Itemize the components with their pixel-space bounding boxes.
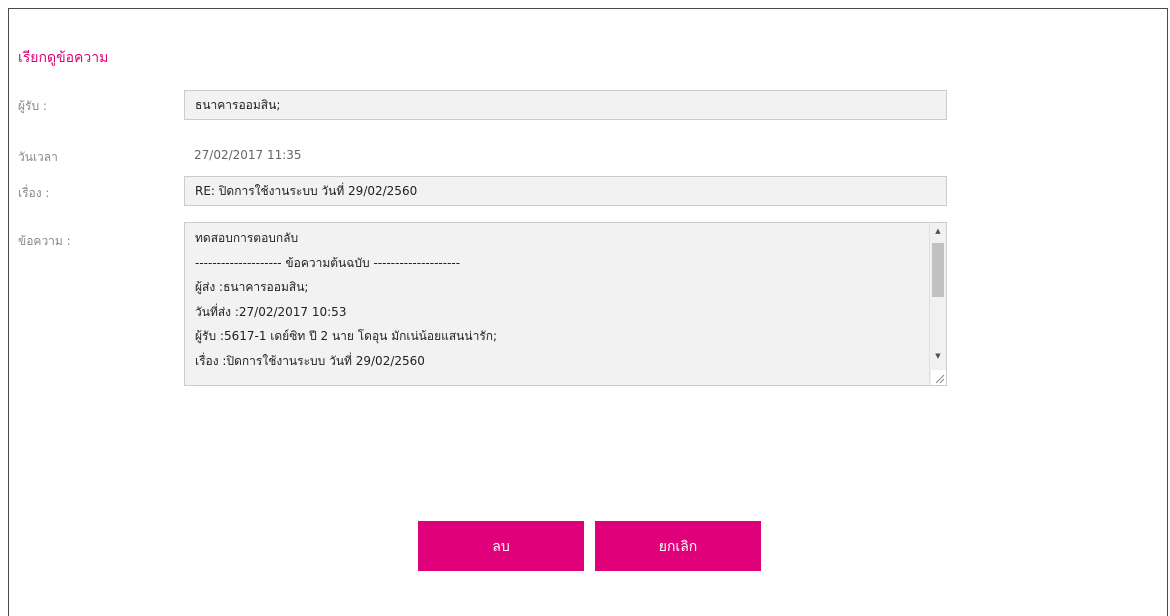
message-line: ผู้ส่ง :ธนาคารออมสิน; (195, 280, 309, 294)
datetime-label: วันเวลา (18, 150, 58, 164)
message-label: ข้อความ : (18, 234, 71, 248)
message-line: เรื่อง :ปิดการใช้งานระบบ วันที่ 29/02/25… (195, 353, 425, 368)
dialog-title: เรียกดูข้อความ (18, 50, 109, 66)
recipient-label: ผู้รับ : (18, 99, 47, 113)
scroll-down-arrow-icon[interactable]: ▼ (930, 348, 946, 364)
message-line: ทดสอบการตอบกลับ (195, 231, 299, 245)
message-scrollbar[interactable]: ▲ ▼ (929, 223, 946, 385)
message-line: ผู้รับ :5617-1 เดย์ซิท ปี 2 นาย โดอุน มั… (195, 329, 498, 343)
datetime-value: 27/02/2017 11:35 (194, 148, 302, 162)
scroll-thumb[interactable] (932, 243, 944, 297)
message-line: -------------------- ข้อความต้นฉบับ ----… (195, 255, 461, 270)
recipient-field[interactable]: ธนาคารออมสิน; (184, 90, 947, 120)
message-textarea[interactable]: ทดสอบการตอบกลับ -------------------- ข้อ… (184, 222, 947, 386)
subject-label: เรื่อง : (18, 186, 50, 200)
delete-button[interactable]: ลบ (418, 521, 584, 571)
message-dialog: เรียกดูข้อความ ผู้รับ : ธนาคารออมสิน; วั… (8, 8, 1168, 616)
message-line: วันที่ส่ง :27/02/2017 10:53 (195, 304, 347, 319)
resize-grip-icon[interactable] (931, 370, 946, 385)
subject-field[interactable]: RE: ปิดการใช้งานระบบ วันที่ 29/02/2560 (184, 176, 947, 206)
scroll-up-arrow-icon[interactable]: ▲ (930, 223, 946, 239)
message-content: ทดสอบการตอบกลับ -------------------- ข้อ… (195, 226, 926, 373)
cancel-button[interactable]: ยกเลิก (595, 521, 761, 571)
